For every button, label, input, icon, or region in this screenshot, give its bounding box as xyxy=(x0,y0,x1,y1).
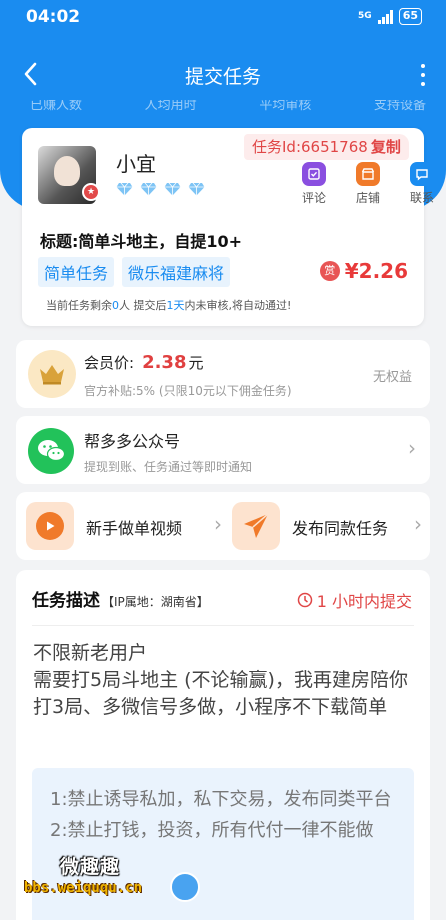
wechat-account-card[interactable]: 帮多多公众号 提现到账、任务通过等即时通知 › xyxy=(16,416,430,484)
play-icon xyxy=(26,502,74,550)
task-tag: 简单任务 xyxy=(38,257,115,287)
time-limit: 1 小时内提交 xyxy=(297,588,412,612)
watermark-url: bbs.weiququ.cn xyxy=(24,880,143,896)
crown-icon xyxy=(28,350,76,398)
copy-button[interactable]: 复制 xyxy=(371,138,401,156)
network-type: 5G xyxy=(358,11,372,21)
task-tags: 简单任务 微乐福建麻将 xyxy=(38,257,231,287)
reward-amount: ¥2.26 xyxy=(344,259,408,283)
publish-similar-link[interactable]: 发布同款任务 › xyxy=(232,502,422,550)
signal-icon xyxy=(377,9,393,24)
shop-label: 店铺 xyxy=(355,191,380,205)
chevron-right-icon: › xyxy=(214,512,222,536)
user-name: 小宜 xyxy=(116,152,156,176)
more-menu-button[interactable] xyxy=(418,64,428,86)
task-id-label: 任务Id:6651768 xyxy=(252,138,368,156)
chat-icon xyxy=(410,162,434,186)
remaining-count: 0 xyxy=(112,299,119,312)
diamond-icon xyxy=(188,182,205,196)
ip-location: 【IP属地：湖南省】 xyxy=(102,595,209,609)
watermark-logo-icon xyxy=(170,872,200,902)
description-body: 不限新老用户 需要打5局斗地主 (不论输赢)，我再建房陪你打3局、多微信号多做，… xyxy=(33,642,408,718)
description-heading: 任务描述 【IP属地：湖南省】 xyxy=(32,591,209,611)
page-title: 提交任务 xyxy=(184,66,261,88)
shop-button[interactable]: 店铺 xyxy=(348,162,388,206)
diamond-icon xyxy=(116,182,133,196)
chevron-right-icon: › xyxy=(408,436,416,460)
comment-label: 评论 xyxy=(301,191,326,205)
reward: 赏 ¥2.26 xyxy=(319,259,408,283)
clock-icon xyxy=(297,592,312,608)
tutorial-video-link[interactable]: 新手做单视频 › xyxy=(26,502,222,550)
header-stat: 已赚人数 xyxy=(30,100,83,113)
vip-price-card[interactable]: 会员价: 2.38 元 官方补贴:5% (只限10元以下佣金任务) 无权益 xyxy=(16,340,430,408)
header-stat: 平均审核 xyxy=(259,100,312,113)
paper-plane-icon xyxy=(232,502,280,550)
chevron-right-icon: › xyxy=(414,512,422,536)
vip-status: 无权益 xyxy=(372,370,412,385)
divider xyxy=(32,625,414,626)
task-actions: 评论 店铺 联系 xyxy=(294,162,442,206)
watermark-title: 微趣趣 xyxy=(60,856,121,878)
task-note: 当前任务剩余0人 提交后1天内未审核,将自动通过! xyxy=(46,299,292,312)
wechat-subtitle: 提现到账、任务通过等即时通知 xyxy=(84,460,253,474)
publish-similar-label: 发布同款任务 xyxy=(292,519,389,538)
watermark: 微趣趣 bbs.weiququ.cn xyxy=(22,850,212,906)
status-time: 04:02 xyxy=(26,7,81,27)
wechat-title: 帮多多公众号 xyxy=(84,432,181,451)
tutorial-video-label: 新手做单视频 xyxy=(86,519,183,538)
contact-button[interactable]: 联系 xyxy=(402,162,442,206)
shop-icon xyxy=(356,162,380,186)
vip-price-value: 2.38 xyxy=(142,352,187,373)
vip-price: 会员价: 2.38 元 xyxy=(84,352,204,373)
status-bar: 04:02 5G 65 xyxy=(0,0,446,34)
more-dot-icon xyxy=(421,73,425,77)
time-limit-text: 1 小时内提交 xyxy=(316,592,412,611)
nav-bar: 提交任务 xyxy=(0,52,446,96)
task-card: ★ 小宜 任务Id:6651768 复制 评论 店铺 联系 标题:简单斗地主，自… xyxy=(22,128,434,326)
avatar-badge-icon: ★ xyxy=(82,183,100,201)
quick-links-card: 新手做单视频 › 发布同款任务 › xyxy=(16,492,430,560)
status-icons: 5G 65 xyxy=(358,8,422,25)
task-tag: 微乐福建麻将 xyxy=(122,257,231,287)
diamond-icon xyxy=(164,182,181,196)
vip-subsidy: 官方补贴:5% (只限10元以下佣金任务) xyxy=(84,384,292,398)
header-stat: 支持设备 xyxy=(373,100,426,113)
task-title: 标题:简单斗地主，自提10+ xyxy=(40,232,243,251)
task-id-badge: 任务Id:6651768 复制 xyxy=(244,134,409,160)
contact-label: 联系 xyxy=(409,191,434,205)
diamond-icon xyxy=(140,182,157,196)
level-diamonds xyxy=(116,182,205,196)
review-days: 1天 xyxy=(166,299,185,312)
comment-icon xyxy=(302,162,326,186)
more-dot-icon xyxy=(421,64,425,68)
more-dot-icon xyxy=(421,82,425,86)
wechat-icon xyxy=(28,428,74,474)
battery-icon: 65 xyxy=(398,8,422,25)
header-stats: 已赚人数 人均用时 平均审核 支持设备 xyxy=(30,100,426,116)
reward-icon: 赏 xyxy=(319,261,340,281)
comment-button[interactable]: 评论 xyxy=(294,162,334,206)
header-stat: 人均用时 xyxy=(144,100,197,113)
